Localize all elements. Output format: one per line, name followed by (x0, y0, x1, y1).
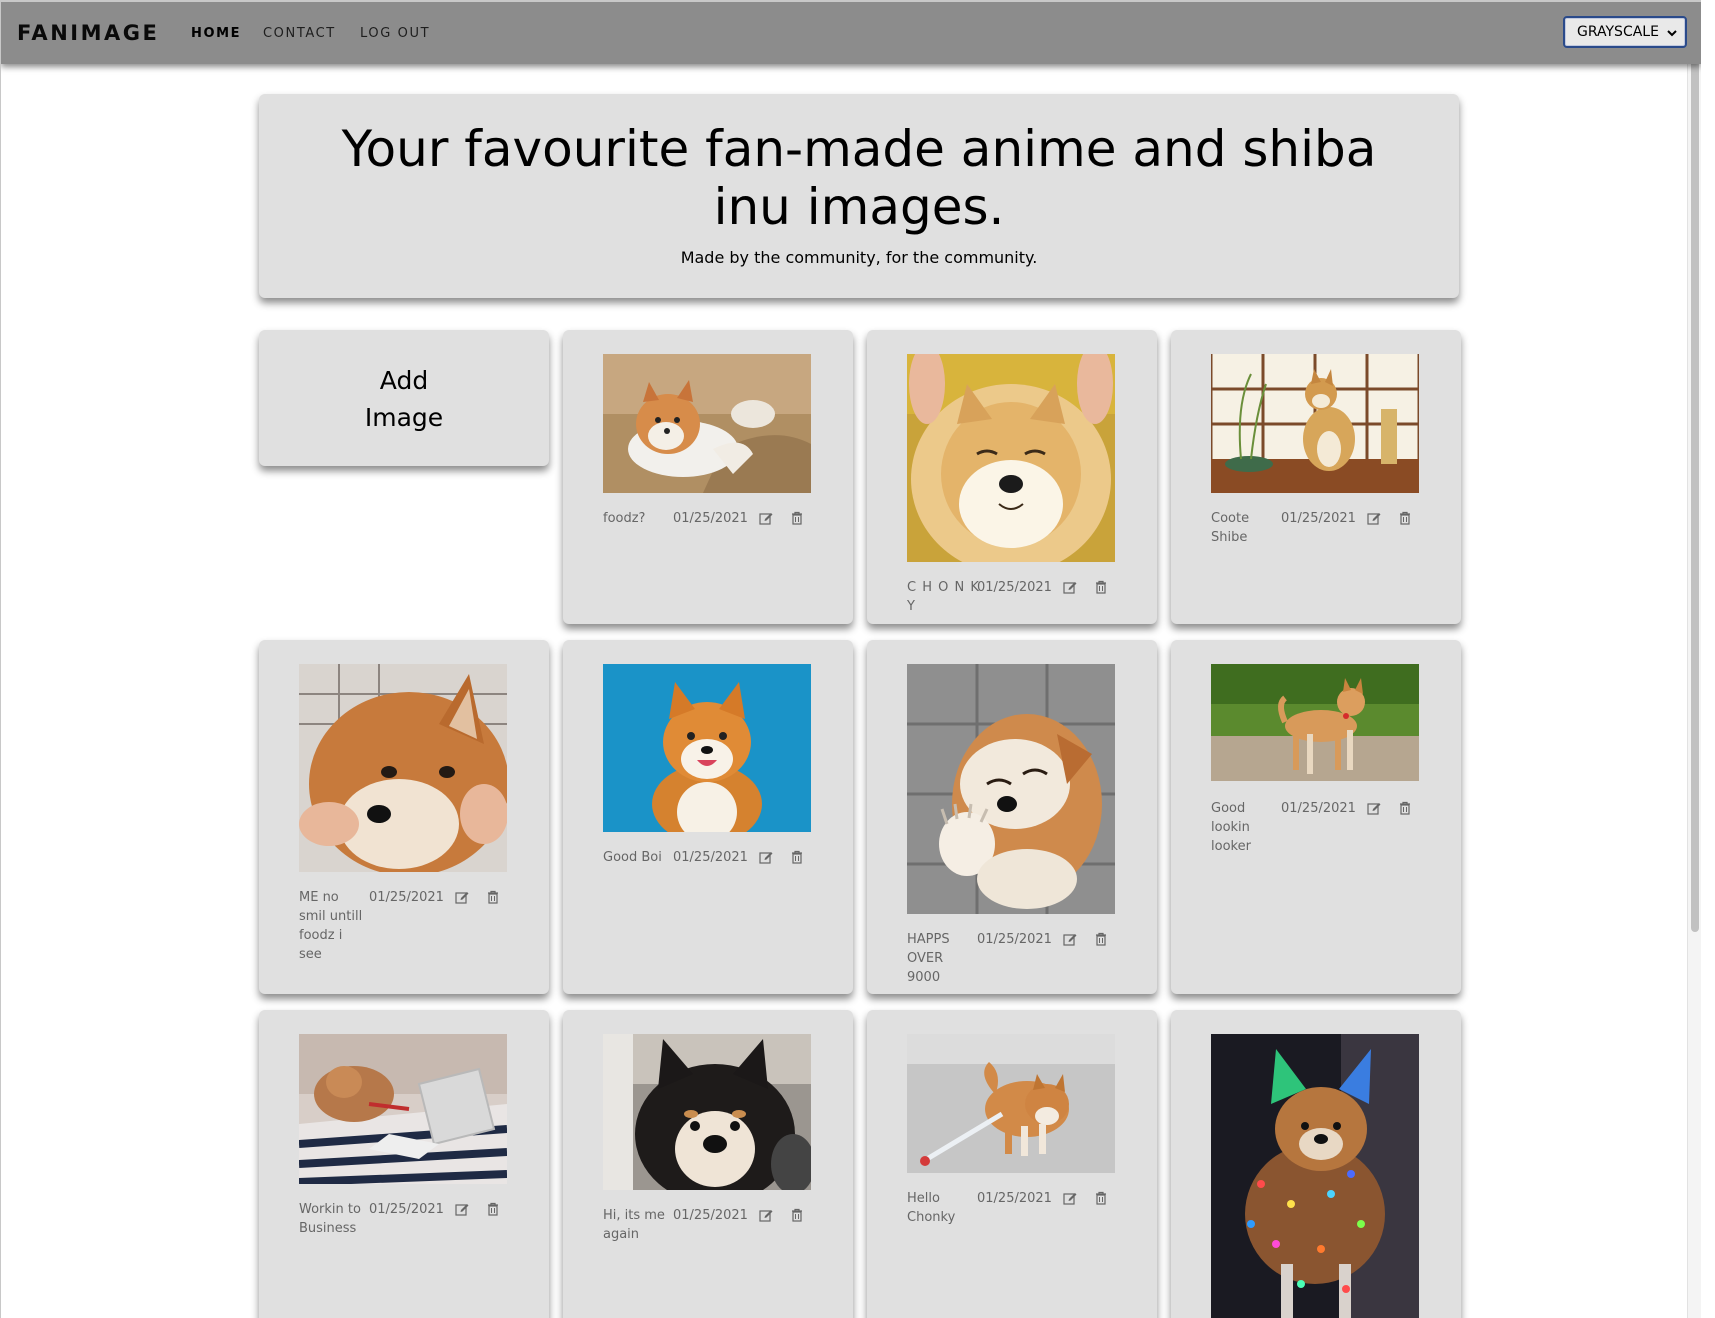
nav-logout[interactable]: LOG OUT (360, 26, 430, 41)
card-image[interactable] (907, 354, 1115, 562)
edit-icon[interactable] (759, 511, 773, 525)
trash-icon[interactable] (1094, 932, 1108, 946)
hero-subtitle: Made by the community, for the community… (680, 248, 1038, 267)
trash-icon[interactable] (790, 1208, 804, 1222)
image-card (1171, 1010, 1461, 1318)
card-date: 01/25/2021 (369, 890, 444, 905)
card-image[interactable] (907, 664, 1115, 914)
trash-icon[interactable] (1398, 801, 1412, 815)
card-title: Workin to Business (299, 1202, 361, 1236)
nav-contact[interactable]: CONTACT (263, 26, 336, 41)
image-card: Hi, its me again 01/25/2021 (563, 1010, 853, 1318)
trash-icon[interactable] (790, 850, 804, 864)
card-image[interactable] (1211, 1034, 1419, 1318)
edit-icon[interactable] (1367, 801, 1381, 815)
scrollbar-thumb[interactable] (1691, 6, 1699, 932)
card-title: Good lookin looker (1211, 801, 1251, 854)
edit-icon[interactable] (1367, 511, 1381, 525)
edit-icon[interactable] (759, 850, 773, 864)
theme-select[interactable]: GRAYSCALE (1563, 16, 1687, 48)
brand-logo[interactable]: FANIMAGE (17, 21, 159, 45)
image-card: C H O N K Y 01/25/2021 (867, 330, 1157, 624)
card-date: 01/25/2021 (673, 850, 748, 865)
trash-icon[interactable] (1094, 1191, 1108, 1205)
card-title: HAPPS OVER 9000 (907, 932, 950, 985)
edit-icon[interactable] (759, 1208, 773, 1222)
add-image-button[interactable]: Add Image (259, 330, 549, 466)
card-date: 01/25/2021 (977, 1191, 1052, 1206)
edit-icon[interactable] (455, 890, 469, 904)
theme-select-value: GRAYSCALE (1577, 24, 1659, 40)
browser-viewport: FANIMAGE HOME CONTACT LOG OUT GRAYSCALE … (0, 0, 1701, 1318)
image-card: Hello Chonky 01/25/2021 (867, 1010, 1157, 1318)
card-date: 01/25/2021 (977, 580, 1052, 595)
card-date: 01/25/2021 (977, 932, 1052, 947)
card-title: foodz? (603, 511, 646, 526)
edit-icon[interactable] (1063, 580, 1077, 594)
trash-icon[interactable] (486, 1202, 500, 1216)
trash-icon[interactable] (486, 890, 500, 904)
image-card: ME no smil untill foodz i see 01/25/2021 (259, 640, 549, 994)
card-image[interactable] (299, 1034, 507, 1184)
chevron-down-icon (1667, 30, 1677, 37)
edit-icon[interactable] (1063, 1191, 1077, 1205)
card-title: Hi, its me again (603, 1208, 665, 1242)
card-title: Good Boi (603, 850, 662, 865)
card-image[interactable] (1211, 664, 1419, 781)
trash-icon[interactable] (1398, 511, 1412, 525)
edit-icon[interactable] (1063, 932, 1077, 946)
trash-icon[interactable] (790, 511, 804, 525)
card-date: 01/25/2021 (369, 1202, 444, 1217)
edit-icon[interactable] (455, 1202, 469, 1216)
card-image[interactable] (907, 1034, 1115, 1173)
card-date: 01/25/2021 (1281, 511, 1356, 526)
trash-icon[interactable] (1094, 580, 1108, 594)
top-navbar: FANIMAGE HOME CONTACT LOG OUT GRAYSCALE (1, 2, 1701, 64)
card-date: 01/25/2021 (673, 1208, 748, 1223)
card-image[interactable] (299, 664, 507, 872)
card-title: C H O N K Y (907, 580, 980, 614)
image-card: Good lookin looker 01/25/2021 (1171, 640, 1461, 994)
card-date: 01/25/2021 (1281, 801, 1356, 816)
add-image-label-line2: Image (364, 403, 444, 432)
image-card: Workin to Business 01/25/2021 (259, 1010, 549, 1318)
card-date: 01/25/2021 (673, 511, 748, 526)
image-card: HAPPS OVER 9000 01/25/2021 (867, 640, 1157, 994)
add-image-label-line1: Add (379, 366, 429, 395)
nav-home[interactable]: HOME (191, 26, 241, 41)
page-scrollbar[interactable] (1687, 2, 1701, 1318)
hero-banner: Your favourite fan-made anime and shiba … (259, 94, 1459, 298)
hero-title: Your favourite fan-made anime and shiba … (341, 120, 1377, 236)
image-card: Good Boi 01/25/2021 (563, 640, 853, 994)
card-image[interactable] (1211, 354, 1419, 493)
card-image[interactable] (603, 1034, 811, 1190)
card-image[interactable] (603, 664, 811, 832)
image-card: Coote Shibe 01/25/2021 (1171, 330, 1461, 624)
card-image[interactable] (603, 354, 811, 493)
card-title: Hello Chonky (907, 1191, 956, 1225)
card-title: Coote Shibe (1211, 511, 1250, 545)
image-card: foodz? 01/25/2021 (563, 330, 853, 624)
card-title: ME no smil untill foodz i see (299, 890, 363, 962)
